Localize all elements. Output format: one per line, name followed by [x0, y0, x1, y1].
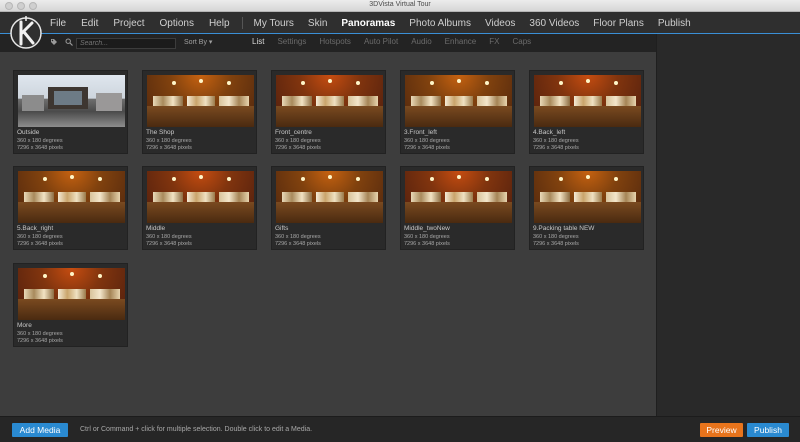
- panorama-card[interactable]: Outside 360 x 180 degrees 7296 x 3648 pixe…: [13, 70, 128, 154]
- subtab-fx[interactable]: FX: [489, 37, 499, 46]
- panorama-fov: 360 x 180 degrees: [533, 234, 579, 240]
- sort-by-dropdown[interactable]: Sort By ▾: [184, 38, 212, 46]
- panorama-size: 7296 x 3648 pixels: [17, 241, 63, 247]
- panorama-name: Middle_twoNew: [404, 225, 450, 232]
- subtab-list[interactable]: List: [252, 37, 264, 46]
- panorama-size: 7296 x 3648 pixels: [533, 241, 579, 247]
- nav-publish[interactable]: Publish: [658, 18, 691, 29]
- panorama-thumbnail[interactable]: [18, 171, 125, 223]
- panorama-thumbnail[interactable]: [534, 171, 641, 223]
- panorama-name: 5.Back_right: [17, 225, 54, 232]
- panorama-size: 7296 x 3648 pixels: [17, 338, 63, 344]
- main-header: File Edit Project Options Help My Tours …: [0, 12, 800, 34]
- panorama-card[interactable]: 5.Back_right 360 x 180 degrees 7296 x 3648…: [13, 166, 128, 250]
- nav-floor-plans[interactable]: Floor Plans: [593, 18, 644, 29]
- subtab-auto-pilot[interactable]: Auto Pilot: [364, 37, 398, 46]
- panorama-size: 7296 x 3648 pixels: [533, 145, 579, 151]
- publish-button[interactable]: Publish: [747, 423, 789, 437]
- panorama-subtabs: List Settings Hotspots Auto Pilot Audio …: [252, 37, 544, 46]
- subtab-enhance[interactable]: Enhance: [445, 37, 477, 46]
- nav-360-videos[interactable]: 360 Videos: [529, 18, 579, 29]
- panorama-thumbnail[interactable]: [276, 75, 383, 127]
- panorama-name: Middle: [146, 225, 166, 232]
- panorama-name: 3.Front_left: [404, 129, 437, 136]
- panorama-fov: 360 x 180 degrees: [275, 138, 321, 144]
- nav-panoramas[interactable]: Panoramas: [341, 18, 395, 29]
- panorama-card[interactable]: Middle_twoNew 360 x 180 degrees 7296 x 364…: [400, 166, 515, 250]
- menu-divider: [241, 17, 243, 29]
- panorama-thumbnail[interactable]: [18, 75, 125, 127]
- footer-bar: Add Media Ctrl or Command + click for mu…: [0, 416, 800, 442]
- app-window: 3DVista Virtual Tour File Edit Project O…: [0, 0, 800, 442]
- panorama-thumbnail[interactable]: [147, 171, 254, 223]
- nav-photo-albums[interactable]: Photo Albums: [409, 18, 471, 29]
- panorama-card[interactable]: Middle 360 x 180 degrees 7296 x 3648 pixel…: [142, 166, 257, 250]
- title-bar: 3DVista Virtual Tour: [0, 0, 800, 12]
- subtab-hotspots[interactable]: Hotspots: [319, 37, 351, 46]
- menu-help[interactable]: Help: [209, 18, 230, 29]
- panorama-size: 7296 x 3648 pixels: [275, 241, 321, 247]
- subtab-audio[interactable]: Audio: [411, 37, 431, 46]
- panorama-name: Front_centre: [275, 129, 312, 136]
- right-panel: [656, 34, 800, 416]
- panorama-fov: 360 x 180 degrees: [17, 138, 63, 144]
- panorama-size: 7296 x 3648 pixels: [404, 145, 450, 151]
- menu-file[interactable]: File: [50, 18, 66, 29]
- search-input[interactable]: [76, 38, 176, 49]
- panorama-card[interactable]: 3.Front_left 360 x 180 degrees 7296 x 3648…: [400, 70, 515, 154]
- panorama-card[interactable]: Gifts 360 x 180 degrees 7296 x 3648 pixels: [271, 166, 386, 250]
- nav-videos[interactable]: Videos: [485, 18, 515, 29]
- panorama-fov: 360 x 180 degrees: [17, 331, 63, 337]
- nav-skin[interactable]: Skin: [308, 18, 327, 29]
- subtab-settings[interactable]: Settings: [277, 37, 306, 46]
- panorama-card[interactable]: More 360 x 180 degrees 7296 x 3648 pixels: [13, 263, 128, 347]
- toolbar: Sort By ▾ List Settings Hotspots Auto Pi…: [0, 34, 656, 52]
- panorama-fov: 360 x 180 degrees: [404, 234, 450, 240]
- nav-my-tours[interactable]: My Tours: [254, 18, 294, 29]
- panorama-size: 7296 x 3648 pixels: [146, 145, 192, 151]
- panorama-size: 7296 x 3648 pixels: [17, 145, 63, 151]
- panorama-name: Gifts: [275, 225, 289, 232]
- panorama-fov: 360 x 180 degrees: [533, 138, 579, 144]
- panorama-thumbnail[interactable]: [276, 171, 383, 223]
- panorama-thumbnail[interactable]: [405, 171, 512, 223]
- panorama-fov: 360 x 180 degrees: [404, 138, 450, 144]
- panorama-size: 7296 x 3648 pixels: [275, 145, 321, 151]
- panorama-size: 7296 x 3648 pixels: [146, 241, 192, 247]
- panorama-card[interactable]: 4.Back_left 360 x 180 degrees 7296 x 3648 …: [529, 70, 644, 154]
- tag-icon[interactable]: [50, 38, 58, 48]
- 3dvista-logo-icon[interactable]: [9, 13, 43, 53]
- panorama-thumbnail[interactable]: [534, 75, 641, 127]
- panorama-name: Outside: [17, 129, 40, 136]
- panorama-thumbnail[interactable]: [18, 268, 125, 320]
- panorama-card[interactable]: 9.Packing table NEW 360 x 180 degrees 7296…: [529, 166, 644, 250]
- panorama-fov: 360 x 180 degrees: [146, 234, 192, 240]
- search-icon: [65, 38, 73, 48]
- add-media-button[interactable]: Add Media: [12, 423, 68, 437]
- panorama-name: The Shop: [146, 129, 175, 136]
- footer-hint: Ctrl or Command + click for multiple sel…: [80, 426, 313, 433]
- panorama-name: 4.Back_left: [533, 129, 566, 136]
- menu-options[interactable]: Options: [159, 18, 193, 29]
- panorama-size: 7296 x 3648 pixels: [404, 241, 450, 247]
- panorama-name: More: [17, 322, 32, 329]
- window-title: 3DVista Virtual Tour: [369, 1, 431, 8]
- subtab-caps[interactable]: Caps: [512, 37, 531, 46]
- panorama-grid: Outside 360 x 180 degrees 7296 x 3648 pixe…: [0, 52, 656, 416]
- menu-edit[interactable]: Edit: [81, 18, 98, 29]
- menu-bar: File Edit Project Options Help My Tours …: [50, 12, 705, 34]
- panorama-thumbnail[interactable]: [405, 75, 512, 127]
- panorama-name: 9.Packing table NEW: [533, 225, 595, 232]
- panorama-fov: 360 x 180 degrees: [275, 234, 321, 240]
- menu-project[interactable]: Project: [113, 18, 144, 29]
- panorama-fov: 360 x 180 degrees: [146, 138, 192, 144]
- panorama-fov: 360 x 180 degrees: [17, 234, 63, 240]
- panorama-thumbnail[interactable]: [147, 75, 254, 127]
- panorama-card[interactable]: The Shop 360 x 180 degrees 7296 x 3648 pix…: [142, 70, 257, 154]
- preview-button[interactable]: Preview: [700, 423, 743, 437]
- panorama-card[interactable]: Front_centre 360 x 180 degrees 7296 x 3648…: [271, 70, 386, 154]
